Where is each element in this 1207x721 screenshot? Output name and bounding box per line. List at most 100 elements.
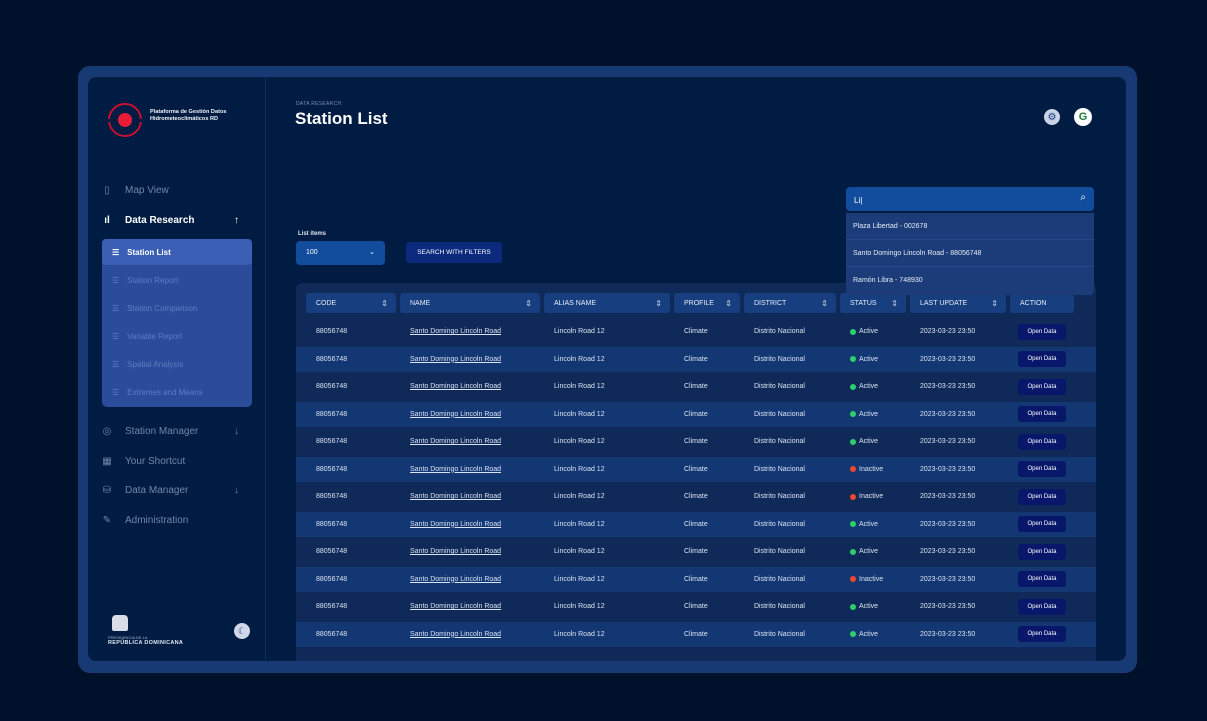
cell-action: Open Data <box>1018 484 1066 509</box>
column-header-last-update[interactable]: LAST UPDATE ⇕ <box>910 293 1006 313</box>
open-data-button[interactable]: Open Data <box>1018 626 1066 642</box>
settings-button[interactable]: ⚙ <box>1044 109 1060 125</box>
station-name-link[interactable]: Santo Domingo Lincoln Road <box>410 347 501 372</box>
cell-profile: Climate <box>684 410 708 418</box>
open-data-button[interactable]: Open Data <box>1018 516 1066 532</box>
cell-code: 88056748 <box>316 603 348 610</box>
app-logo[interactable]: Plataforma de Gestión Datos Hidrometeocl… <box>106 101 258 141</box>
open-data-button[interactable]: Open Data <box>1018 571 1066 587</box>
station-name-link[interactable]: Santo Domingo Lincoln Road <box>410 622 501 647</box>
status-badge: Active <box>850 539 878 564</box>
open-data-button[interactable]: Open Data <box>1018 351 1066 367</box>
sort-icon[interactable]: ⇕ <box>725 299 732 308</box>
cell-alias: Lincoln Road 12 <box>554 410 605 418</box>
station-name-link[interactable]: Santo Domingo Lincoln Road <box>410 319 501 344</box>
cell-profile: Climate <box>684 328 708 335</box>
column-header-district[interactable]: DISTRICT ⇕ <box>744 293 836 313</box>
submenu-item-variable-report[interactable]: ☰ Variable Report <box>102 323 252 349</box>
sidebar-item-label: Your Shortcut <box>125 455 186 467</box>
column-label: PROFILE <box>684 299 714 307</box>
column-header-code[interactable]: CODE ⇕ <box>306 293 396 313</box>
submenu-item-spatial-analysis[interactable]: ☰ Spatial Analysis <box>102 351 252 377</box>
search-input[interactable] <box>852 191 1056 209</box>
sort-icon[interactable]: ⇕ <box>891 299 898 308</box>
sidebar-item-label: Administration <box>125 514 189 526</box>
cell-last-update: 2023-03-23 23:50 <box>920 520 976 528</box>
cell-profile: Climate <box>684 575 708 583</box>
sidebar-item-data-research[interactable]: ıl Data Research ↑ <box>99 208 249 232</box>
open-data-button[interactable]: Open Data <box>1018 543 1066 560</box>
sort-icon[interactable]: ⇕ <box>991 299 998 308</box>
submenu-item-station-list[interactable]: ☰ Station List <box>102 239 252 265</box>
station-name-link[interactable]: Santo Domingo Lincoln Road <box>410 512 501 537</box>
arrow-down-icon[interactable]: ↓ <box>234 485 239 496</box>
cell-action: Open Data <box>1018 512 1066 537</box>
submenu-item-extremes-and-means[interactable]: ☰ Extremes and Means <box>102 379 252 405</box>
suggestion-item[interactable]: Ramón Libra - 748930 <box>846 267 1094 294</box>
column-header-name[interactable]: NAME ⇕ <box>400 293 540 313</box>
sort-icon[interactable]: ⇕ <box>381 299 388 308</box>
cell-alias: Lincoln Road 12 <box>554 520 605 528</box>
avatar[interactable]: G <box>1074 108 1092 126</box>
cell-alias: Lincoln Road 12 <box>554 575 605 583</box>
status-label: Active <box>859 520 879 528</box>
table-row: 88056748 Santo Domingo Lincoln Road Lincol… <box>296 539 1096 564</box>
cell-action: Open Data <box>1018 347 1066 372</box>
suggestion-item[interactable]: Plaza Libertad - 002678 <box>846 213 1094 240</box>
status-label: Active <box>859 548 879 555</box>
station-name-link[interactable]: Santo Domingo Lincoln Road <box>410 374 501 399</box>
sort-icon[interactable]: ⇕ <box>525 299 532 308</box>
status-badge: Active <box>850 347 878 372</box>
sidebar-item-administration[interactable]: ✎ Administration <box>99 508 249 532</box>
cell-action: Open Data <box>1018 402 1066 427</box>
table-row: 88056748 Santo Domingo Lincoln Road Lincol… <box>296 401 1096 427</box>
sort-icon[interactable]: ⇕ <box>655 299 662 308</box>
open-data-button[interactable]: Open Data <box>1018 406 1066 422</box>
sort-icon[interactable]: ⇕ <box>821 299 828 308</box>
submenu-item-station-report[interactable]: ☰ Station Report <box>102 267 252 293</box>
station-name-link[interactable]: Santo Domingo Lincoln Road <box>410 567 501 592</box>
station-name-link[interactable]: Santo Domingo Lincoln Road <box>410 402 501 427</box>
suggestion-item[interactable]: Santo Domingo Lincoln Road - 88056748 <box>846 240 1094 267</box>
open-data-button[interactable]: Open Data <box>1018 598 1066 615</box>
list-items-select[interactable]: 100 ⌄ <box>296 241 385 265</box>
app-name: Plataforma de Gestión Datos Hidrometeocl… <box>150 109 227 122</box>
chevron-down-icon: ⌄ <box>369 249 375 256</box>
sidebar: Plataforma de Gestión Datos Hidrometeocl… <box>88 77 266 661</box>
station-name-link[interactable]: Santo Domingo Lincoln Road <box>410 484 501 509</box>
status-badge: Active <box>850 374 878 399</box>
arrow-up-icon[interactable]: ↑ <box>234 215 239 226</box>
search-box: ⌕ <box>846 187 1094 211</box>
column-header-profile[interactable]: PROFILE ⇕ <box>674 293 740 313</box>
column-header-status[interactable]: STATUS ⇕ <box>840 293 906 313</box>
station-name-link[interactable]: Santo Domingo Lincoln Road <box>410 429 501 454</box>
sidebar-item-map-view[interactable]: ▯ Map View <box>99 178 249 202</box>
status-label: Inactive <box>859 575 884 583</box>
theme-toggle-button[interactable]: ☾ <box>234 623 250 639</box>
cell-alias: Lincoln Road 12 <box>554 548 605 555</box>
open-data-button[interactable]: Open Data <box>1018 488 1066 505</box>
map-icon: ▯ <box>104 184 110 196</box>
search-with-filters-button[interactable]: SEARCH WITH FILTERS <box>406 242 502 263</box>
station-name-link[interactable]: Santo Domingo Lincoln Road <box>410 457 501 482</box>
list-icon: ☰ <box>112 303 120 313</box>
cell-code: 88056748 <box>316 355 348 363</box>
sidebar-item-station-manager[interactable]: ◎ Station Manager ↓ <box>99 419 249 443</box>
open-data-button[interactable]: Open Data <box>1018 461 1066 477</box>
open-data-button[interactable]: Open Data <box>1018 378 1066 395</box>
open-data-button[interactable]: Open Data <box>1018 323 1066 340</box>
sidebar-item-your-shortcut[interactable]: ▦ Your Shortcut <box>99 449 249 473</box>
arrow-down-icon[interactable]: ↓ <box>234 426 239 437</box>
submenu-item-station-comparison[interactable]: ☰ Station Comparison <box>102 295 252 321</box>
station-name-link[interactable]: Santo Domingo Lincoln Road <box>410 594 501 619</box>
status-badge: Active <box>850 319 878 344</box>
sidebar-item-data-manager[interactable]: ⛁ Data Manager ↓ <box>99 478 249 502</box>
open-data-button[interactable]: Open Data <box>1018 433 1066 450</box>
search-icon[interactable]: ⌕ <box>1080 192 1086 203</box>
status-badge: Active <box>850 402 878 427</box>
station-name-link[interactable]: Santo Domingo Lincoln Road <box>410 539 501 564</box>
page-title: Station List <box>295 109 388 128</box>
column-label: ALIAS NAME <box>554 299 597 307</box>
column-header-alias-name[interactable]: ALIAS NAME ⇕ <box>544 293 670 313</box>
table-row: 88056748 Santo Domingo Lincoln Road Lincol… <box>296 429 1096 454</box>
